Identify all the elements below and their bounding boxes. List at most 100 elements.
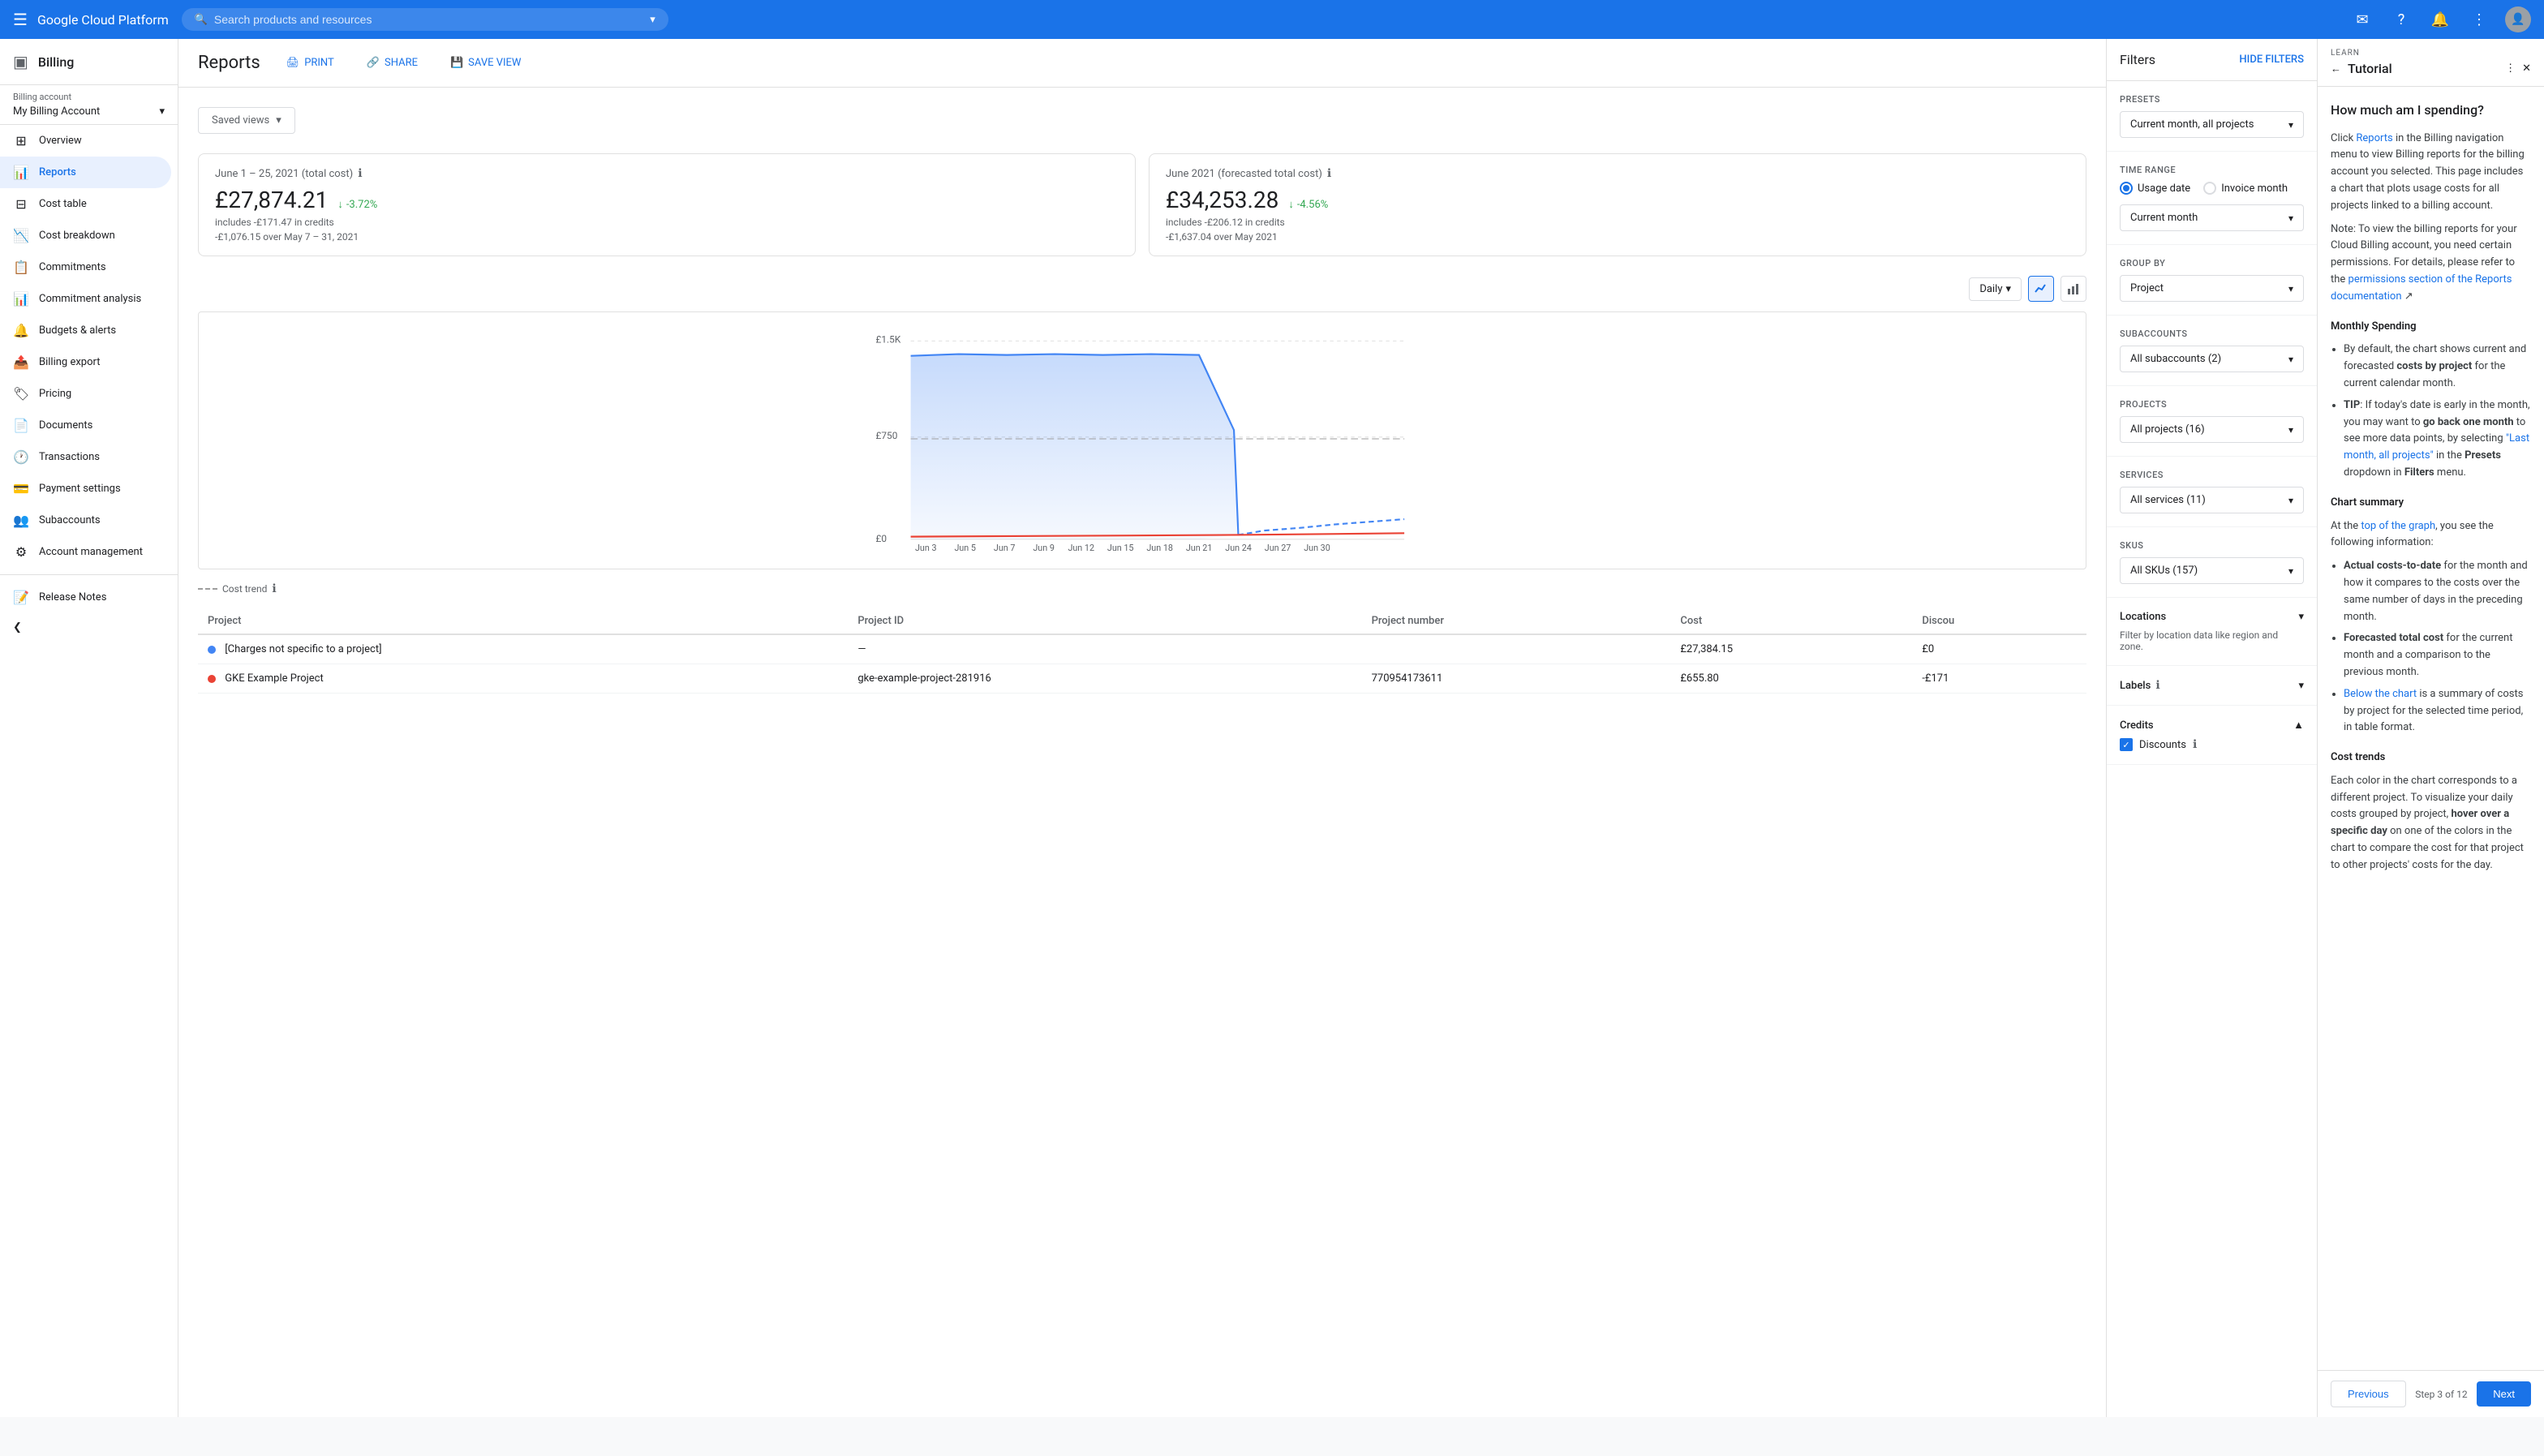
daily-select[interactable]: Daily ▾ bbox=[1969, 277, 2022, 301]
project-cost-cell: £27,384.15 bbox=[1670, 634, 1912, 664]
search-bar[interactable]: 🔍 ▾ bbox=[182, 8, 668, 31]
nav-item-release-notes[interactable]: 📝 Release Notes bbox=[0, 582, 171, 613]
discounts-checkbox[interactable]: ✓ bbox=[2120, 738, 2133, 751]
monthly-item-2: TIP: If today's date is early in the mon… bbox=[2344, 397, 2531, 482]
tutorial-back-icon[interactable]: ← bbox=[2331, 62, 2341, 75]
tutorial-close-icon[interactable]: ✕ bbox=[2522, 62, 2531, 75]
project-discount-cell: £0 bbox=[1912, 634, 2086, 664]
line-chart-button[interactable] bbox=[2028, 276, 2054, 302]
nav-item-transactions[interactable]: 🕐 Transactions bbox=[0, 441, 171, 473]
nav-item-reports[interactable]: 📊 Reports bbox=[0, 157, 171, 188]
cost-trends-text: Each color in the chart corresponds to a… bbox=[2331, 773, 2531, 874]
more-options-icon[interactable]: ⋮ bbox=[2466, 6, 2492, 32]
reports-link[interactable]: Reports bbox=[2356, 132, 2392, 144]
hamburger-icon[interactable]: ☰ bbox=[13, 10, 28, 29]
tutorial-learn-label: LEARN bbox=[2331, 49, 2531, 58]
account-management-icon: ⚙ bbox=[13, 544, 29, 560]
usage-date-radio-circle bbox=[2120, 182, 2133, 195]
period2-title: June 2021 (forecasted total cost) ℹ bbox=[1166, 167, 2069, 180]
period2-change: ↓ -4.56% bbox=[1288, 198, 1328, 211]
documents-icon: 📄 bbox=[13, 418, 29, 433]
expand-search-icon[interactable]: ▾ bbox=[650, 14, 655, 26]
locations-section: Locations ▾ Filter by location data like… bbox=[2107, 598, 2317, 666]
saved-views-selector[interactable]: Saved views ▾ bbox=[198, 107, 295, 134]
invoice-month-radio[interactable]: Invoice month bbox=[2203, 182, 2288, 195]
billing-icon: ▣ bbox=[13, 52, 28, 71]
last-month-link[interactable]: "Last month, all projects" bbox=[2344, 432, 2529, 462]
subaccounts-select[interactable]: All subaccounts (2) ▾ bbox=[2120, 346, 2304, 372]
project-dot bbox=[208, 646, 216, 654]
below-chart-link[interactable]: Below the chart bbox=[2344, 688, 2417, 700]
chart-container: £1.5K £750 £0 bbox=[198, 311, 2086, 569]
nav-item-overview[interactable]: ⊞ Overview bbox=[0, 125, 171, 157]
main-content: Reports 🖨 PRINT 🔗 SHARE 💾 SAVE VIEW bbox=[178, 39, 2544, 1417]
notifications-icon[interactable]: 🔔 bbox=[2427, 6, 2453, 32]
credits-header[interactable]: Credits ▲ bbox=[2120, 719, 2304, 732]
hide-filters-button[interactable]: HIDE FILTERS bbox=[2239, 54, 2304, 66]
usage-date-radio[interactable]: Usage date bbox=[2120, 182, 2190, 195]
projects-select[interactable]: All projects (16) ▾ bbox=[2120, 416, 2304, 443]
share-button[interactable]: 🔗 SHARE bbox=[360, 52, 424, 74]
save-view-button[interactable]: 💾 SAVE VIEW bbox=[444, 52, 527, 74]
cost-trend-info-icon[interactable]: ℹ bbox=[272, 582, 276, 595]
labels-header[interactable]: Labels ℹ ▾ bbox=[2120, 679, 2304, 692]
svg-text:Jun 7: Jun 7 bbox=[994, 543, 1016, 552]
nav-item-billing-export[interactable]: 📤 Billing export bbox=[0, 346, 171, 378]
services-select[interactable]: All services (11) ▾ bbox=[2120, 487, 2304, 513]
billing-account-selector[interactable]: My Billing Account ▾ bbox=[13, 105, 165, 118]
tutorial-more-icon[interactable]: ⋮ bbox=[2505, 62, 2516, 75]
next-button[interactable]: Next bbox=[2477, 1381, 2531, 1407]
nav-item-budgets-alerts[interactable]: 🔔 Budgets & alerts bbox=[0, 315, 171, 346]
nav-item-cost-breakdown[interactable]: 📉 Cost breakdown bbox=[0, 220, 171, 251]
user-avatar[interactable]: 👤 bbox=[2505, 6, 2531, 32]
svg-text:Jun 21: Jun 21 bbox=[1186, 543, 1213, 552]
svg-text:Jun 18: Jun 18 bbox=[1146, 543, 1173, 552]
nav-item-pricing[interactable]: 🏷 Pricing bbox=[0, 378, 171, 410]
labels-info-icon[interactable]: ℹ bbox=[2155, 679, 2159, 692]
nav-item-payment-settings[interactable]: 💳 Payment settings bbox=[0, 473, 171, 505]
previous-button[interactable]: Previous bbox=[2331, 1381, 2406, 1407]
nav-item-cost-table[interactable]: ⊟ Cost table bbox=[0, 188, 171, 220]
period2-amount: £34,253.28 bbox=[1166, 187, 1278, 213]
nav-item-subaccounts[interactable]: 👥 Subaccounts bbox=[0, 505, 171, 536]
pricing-icon: 🏷 bbox=[13, 386, 29, 402]
nav-item-account-management[interactable]: ⚙ Account management bbox=[0, 536, 171, 568]
project-cost-cell-2: £655.80 bbox=[1670, 664, 1912, 694]
locations-header[interactable]: Locations ▾ bbox=[2120, 611, 2304, 623]
skus-dropdown-icon: ▾ bbox=[2288, 565, 2293, 577]
budgets-alerts-icon: 🔔 bbox=[13, 323, 29, 338]
current-month-select[interactable]: Current month ▾ bbox=[2120, 204, 2304, 231]
nav-item-commitments[interactable]: 📋 Commitments bbox=[0, 251, 171, 283]
period1-sub2: -£1,076.15 over May 7 – 31, 2021 bbox=[215, 231, 1119, 243]
period2-sub2: -£1,637.04 over May 2021 bbox=[1166, 231, 2069, 243]
nav-item-documents[interactable]: 📄 Documents bbox=[0, 410, 171, 441]
top-of-graph-link[interactable]: top of the graph bbox=[2361, 520, 2435, 532]
monthly-spending-heading: Monthly Spending bbox=[2331, 319, 2531, 336]
nav-item-commitment-analysis[interactable]: 📊 Commitment analysis bbox=[0, 283, 171, 315]
tutorial-header-actions: ⋮ ✕ bbox=[2505, 62, 2531, 75]
help-icon[interactable]: ? bbox=[2388, 6, 2414, 32]
project-number-cell bbox=[1362, 634, 1671, 664]
group-by-select[interactable]: Project ▾ bbox=[2120, 275, 2304, 302]
tutorial-step: Step 3 of 12 bbox=[2415, 1389, 2467, 1400]
presets-select[interactable]: Current month, all projects ▾ bbox=[2120, 111, 2304, 138]
permissions-link[interactable]: permissions section of the Reports docum… bbox=[2331, 273, 2512, 303]
filters-title: Filters bbox=[2120, 52, 2155, 67]
services-label: Services bbox=[2120, 470, 2304, 480]
email-icon[interactable]: ✉ bbox=[2349, 6, 2375, 32]
discounts-info-icon[interactable]: ℹ bbox=[2193, 738, 2197, 751]
search-input[interactable] bbox=[214, 13, 643, 26]
svg-text:Jun 30: Jun 30 bbox=[1304, 543, 1330, 552]
group-by-section: Group by Project ▾ bbox=[2107, 245, 2317, 316]
skus-select[interactable]: All SKUs (157) ▾ bbox=[2120, 557, 2304, 584]
transactions-icon: 🕐 bbox=[13, 449, 29, 465]
svg-text:Jun 12: Jun 12 bbox=[1068, 543, 1094, 552]
group-by-dropdown-icon: ▾ bbox=[2288, 283, 2293, 294]
locations-content: Filter by location data like region and … bbox=[2120, 629, 2304, 652]
period1-info-icon[interactable]: ℹ bbox=[358, 167, 362, 180]
cost-trend-label: Cost trend ℹ bbox=[198, 582, 2086, 595]
period2-info-icon[interactable]: ℹ bbox=[1327, 167, 1331, 180]
bar-chart-button[interactable] bbox=[2061, 276, 2086, 302]
print-button[interactable]: 🖨 PRINT bbox=[280, 52, 341, 74]
sidebar-collapse-btn[interactable]: ❮ bbox=[0, 613, 171, 642]
